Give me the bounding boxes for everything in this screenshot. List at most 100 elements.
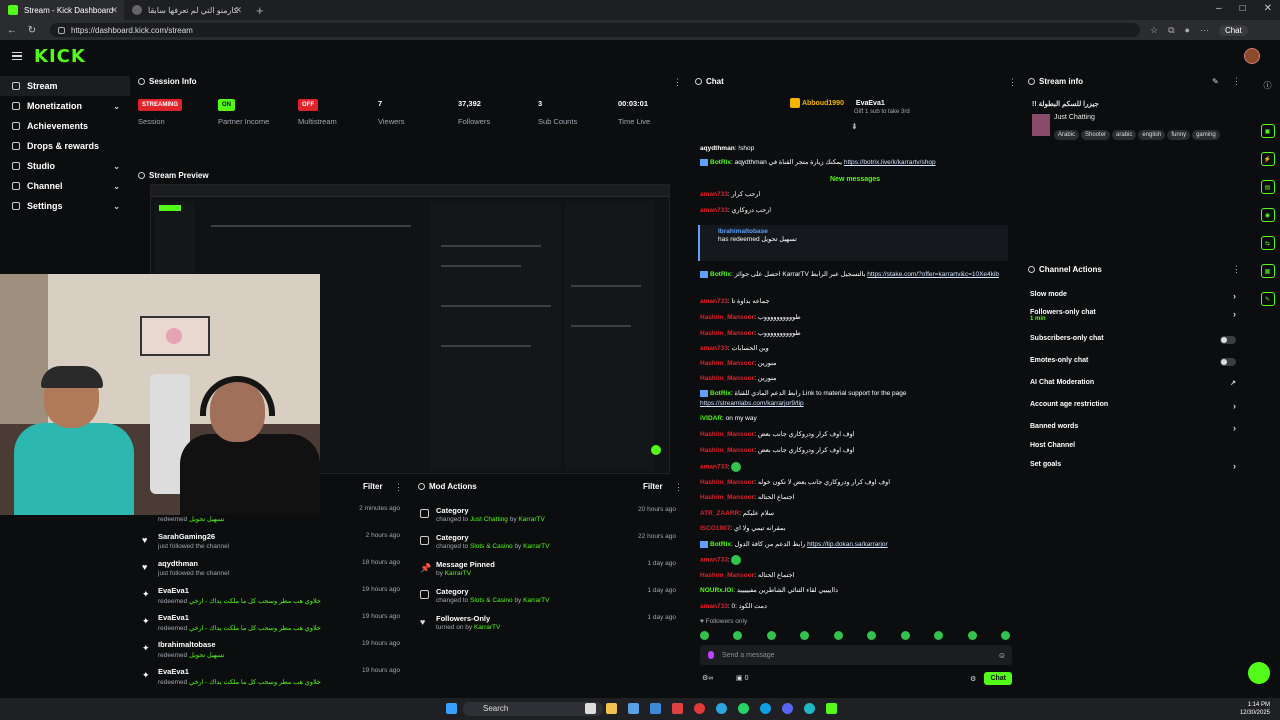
chat-username[interactable]: BotRix xyxy=(710,541,731,548)
activity-user[interactable]: Ibrahimaltobase xyxy=(158,640,216,649)
emote-icon[interactable] xyxy=(967,631,977,640)
emote-icon[interactable] xyxy=(766,631,776,640)
telegram-icon[interactable] xyxy=(716,703,727,714)
sidebar-item-studio[interactable]: Studio ⌄ xyxy=(0,156,130,176)
mod-user[interactable]: KarrarTV xyxy=(523,597,549,604)
rail-button-icon[interactable]: ▤ xyxy=(1260,180,1275,194)
maximize-icon[interactable]: □ xyxy=(1240,3,1246,14)
new-tab-icon[interactable]: + xyxy=(248,3,272,18)
emote-icon[interactable] xyxy=(833,631,843,640)
browser-icon[interactable] xyxy=(804,703,815,714)
action-banned-words[interactable]: Banned words › xyxy=(1030,423,1240,439)
kick-logo[interactable]: KICK xyxy=(34,46,86,67)
mod-filter-button[interactable]: Filter xyxy=(643,482,663,491)
chat-username[interactable]: Hashim_Mansoor xyxy=(700,330,754,337)
action-set-goals[interactable]: Set goals › xyxy=(1030,461,1240,477)
more-options-icon[interactable]: ⋮ xyxy=(673,77,682,88)
sidebar-item-monetization[interactable]: Monetization ⌄ xyxy=(0,96,130,116)
rail-button-icon[interactable]: ⇆ xyxy=(1260,236,1275,250)
emote-icon[interactable] xyxy=(733,631,743,640)
hamburger-menu-icon[interactable] xyxy=(12,50,22,63)
action-ai-moderation[interactable]: AI Chat Moderation ↗ xyxy=(1030,379,1240,395)
subscribers-only-toggle[interactable] xyxy=(1220,336,1236,344)
app-icon[interactable] xyxy=(672,703,683,714)
rail-button-icon[interactable]: ◉ xyxy=(1260,208,1275,222)
chat-username[interactable]: Hashim_Mansoor xyxy=(700,360,754,367)
chat-username[interactable]: aman733 xyxy=(700,345,728,352)
emote-icon[interactable] xyxy=(1000,631,1010,640)
chat-link[interactable]: https://streamlabs.com/karrarjor9/tip xyxy=(700,400,804,407)
chat-username[interactable]: aman733 xyxy=(700,464,728,471)
action-host-channel[interactable]: Host Channel xyxy=(1030,442,1240,458)
edge-icon[interactable] xyxy=(760,703,771,714)
gifter-2[interactable]: EvaEva1 xyxy=(856,100,885,107)
chat-username[interactable]: aqydthman xyxy=(700,145,735,152)
chat-link[interactable]: https://botrix.live/k/karrartv/shop xyxy=(844,159,936,166)
emote-icon[interactable] xyxy=(800,631,810,640)
menu-icon[interactable]: ⋯ xyxy=(1200,25,1209,36)
info-icon[interactable]: ⓘ xyxy=(1255,72,1280,90)
chat-input[interactable]: Send a message ☺ xyxy=(700,645,1012,665)
task-view-icon[interactable] xyxy=(585,703,596,714)
chat-link[interactable]: https://tip.dokan.sa/karrarjor xyxy=(807,541,888,548)
chat-username[interactable]: aman733 xyxy=(700,298,728,305)
tag[interactable]: english xyxy=(1138,130,1166,140)
action-subscribers-only[interactable]: Subscribers-only chat xyxy=(1030,335,1240,351)
activity-filter-button[interactable]: Filter xyxy=(363,482,383,491)
tag[interactable]: Shooter xyxy=(1081,130,1111,140)
emote-icon[interactable] xyxy=(867,631,877,640)
gear-icon[interactable]: ⚙ xyxy=(970,675,976,683)
more-options-icon[interactable]: ⋮ xyxy=(1232,76,1241,87)
discord-icon[interactable] xyxy=(782,703,793,714)
chat-settings-icon[interactable]: ⚙∞ xyxy=(702,674,713,682)
chat-username[interactable]: Hashim_Mansoor xyxy=(700,447,754,454)
activity-user[interactable]: EvaEva1 xyxy=(158,586,189,595)
whatsapp-icon[interactable] xyxy=(738,703,749,714)
app-icon[interactable] xyxy=(628,703,639,714)
rail-button-icon[interactable]: ⚡ xyxy=(1260,152,1275,166)
scroll-down-icon[interactable]: ⇟ xyxy=(851,122,858,131)
category-name[interactable]: Just Chatting xyxy=(1054,114,1095,121)
tab-second[interactable]: أتعاب الكارمنو التي لم تعرفها سابقاً ...… xyxy=(124,0,248,20)
windows-start-icon[interactable] xyxy=(446,703,457,714)
profile-icon[interactable]: ● xyxy=(1185,25,1190,35)
rail-button-icon[interactable]: ▦ xyxy=(1260,264,1275,278)
floating-action-button[interactable] xyxy=(1248,662,1270,684)
chat-username[interactable]: aman733 xyxy=(700,207,728,214)
chat-username[interactable]: ATR_ZAARR xyxy=(700,510,739,517)
activity-user[interactable]: aqydthman xyxy=(158,559,198,568)
gifter-1[interactable]: Abboud1990 xyxy=(802,100,844,107)
more-options-icon[interactable]: ⋮ xyxy=(394,482,403,493)
more-options-icon[interactable]: ⋮ xyxy=(1232,264,1241,275)
sidebar-item-channel[interactable]: Channel ⌄ xyxy=(0,176,130,196)
sidebar-item-settings[interactable]: Settings ⌄ xyxy=(0,196,130,216)
emote-icon[interactable] xyxy=(900,631,910,640)
star-icon[interactable]: ☆ xyxy=(1150,25,1158,36)
chat-username[interactable]: ISCO1907 xyxy=(700,525,730,532)
mod-value[interactable]: KarrarTV xyxy=(474,624,500,631)
taskbar-search[interactable]: Search xyxy=(463,702,603,716)
kick-app-icon[interactable] xyxy=(826,703,837,714)
chat-username[interactable]: Hashim_Mansoor xyxy=(700,375,754,382)
chat-username[interactable]: aman733 xyxy=(700,191,728,198)
emotes-only-toggle[interactable] xyxy=(1220,358,1236,366)
chat-username[interactable]: NOURx.IOi xyxy=(700,587,733,594)
chat-username[interactable]: Hashim_Mansoor xyxy=(700,479,754,486)
action-slow-mode[interactable]: Slow mode › xyxy=(1030,291,1240,307)
more-options-icon[interactable]: ⋮ xyxy=(674,482,683,493)
mod-user[interactable]: KarrarTV xyxy=(518,516,544,523)
chat-username[interactable]: Hashim_Mansoor xyxy=(700,494,754,501)
app-icon[interactable] xyxy=(694,703,705,714)
file-explorer-icon[interactable] xyxy=(606,703,617,714)
chat-username[interactable]: aman733 xyxy=(700,557,728,564)
mod-user[interactable]: KarrarTV xyxy=(523,543,549,550)
chat-username[interactable]: Hashim_Mansoor xyxy=(700,431,754,438)
back-icon[interactable]: ← xyxy=(4,25,20,36)
mic-icon[interactable] xyxy=(708,651,714,659)
activity-user[interactable]: EvaEva1 xyxy=(158,613,189,622)
edit-icon[interactable]: ✎ xyxy=(1212,77,1219,86)
sidebar-item-stream[interactable]: Stream xyxy=(0,76,130,96)
tag[interactable]: arabic xyxy=(1112,130,1137,140)
chat-username[interactable]: BotRix xyxy=(710,271,731,278)
rail-button-icon[interactable]: ✎ xyxy=(1260,292,1275,306)
